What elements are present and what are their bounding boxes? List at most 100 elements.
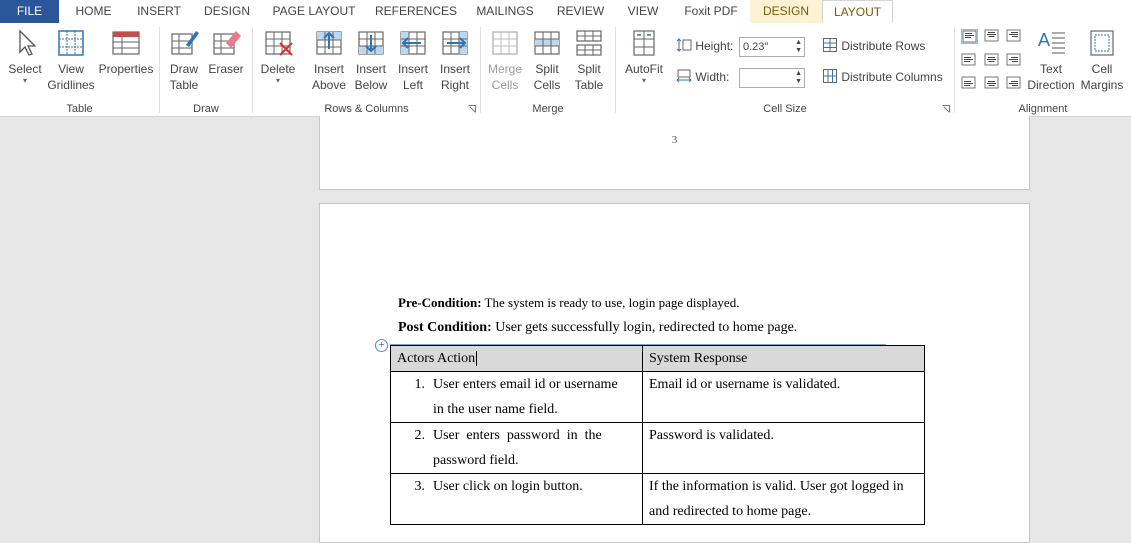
tab-foxit-pdf[interactable]: Foxit PDF: [676, 0, 746, 23]
response-cell[interactable]: If the information is valid. User got lo…: [642, 473, 925, 525]
eraser-button[interactable]: Eraser: [205, 27, 247, 77]
list-number: 1.: [414, 377, 426, 392]
response-cell[interactable]: Email id or username is validated.: [642, 371, 925, 423]
align-bottom-right-button[interactable]: [1006, 76, 1023, 91]
merge-cells-icon: [492, 31, 518, 55]
insert-above-icon: [316, 31, 342, 55]
action-line: in the user name field.: [433, 402, 558, 417]
spinner-icon[interactable]: ▲ ▼: [795, 70, 802, 86]
group-rows-columns: Delete ▾ Insert Above Insert Below Inser…: [253, 23, 480, 116]
insert-right-label-2: Right: [440, 78, 469, 92]
table-row: 2. User enters password in the password fi…: [390, 422, 925, 474]
group-label-merge: Merge: [532, 103, 564, 115]
select-button[interactable]: Select ▾: [4, 27, 46, 85]
tab-home[interactable]: HOME: [66, 0, 121, 23]
response-cell[interactable]: Password is validated.: [642, 422, 925, 474]
pencil-table-icon: [171, 31, 199, 55]
insert-above-label-1: Insert: [313, 62, 344, 76]
action-cell[interactable]: 1. User enters email id or username in the…: [390, 371, 643, 423]
split-table-button[interactable]: Split Table: [568, 27, 610, 93]
insert-left-button[interactable]: Insert Left: [392, 27, 434, 93]
delete-button[interactable]: Delete ▾: [256, 27, 300, 85]
row-height-icon: [676, 38, 692, 52]
insert-right-label-1: Insert: [439, 62, 470, 76]
header-cell-system-response[interactable]: System Response: [642, 345, 925, 372]
distribute-columns-button[interactable]: Distribute Columns: [822, 67, 943, 87]
spinner-icon[interactable]: ▲ ▼: [795, 39, 802, 55]
merge-cells-label-1: Merge: [487, 62, 522, 76]
group-draw: Draw Table Eraser Draw: [160, 23, 252, 116]
cell-margins-icon: [1090, 30, 1114, 56]
table-row: 3. User click on login button. If the inf…: [390, 473, 925, 525]
insert-right-icon: [442, 31, 468, 55]
header-cell-actors-action[interactable]: Actors Action: [390, 345, 643, 372]
insert-above-button[interactable]: Insert Above: [307, 27, 351, 93]
group-label-draw: Draw: [193, 103, 219, 115]
post-condition-paragraph[interactable]: Post Condition: User gets successfully l…: [398, 320, 797, 336]
autofit-label: AutoFit: [624, 62, 663, 76]
tab-page-layout[interactable]: PAGE LAYOUT: [266, 0, 362, 23]
pre-condition-label: Pre-Condition:: [398, 295, 482, 310]
align-center-right-button[interactable]: [1006, 53, 1023, 68]
text-direction-icon: A: [1038, 30, 1065, 54]
action-line: User enters password in the: [433, 428, 602, 443]
view-gridlines-button[interactable]: View Gridlines: [46, 27, 96, 93]
split-table-label-1: Split: [577, 62, 601, 76]
align-top-right-button[interactable]: [1006, 29, 1023, 44]
tab-design[interactable]: DESIGN: [197, 0, 257, 23]
align-center-left-button[interactable]: [961, 53, 978, 68]
action-cell[interactable]: 2. User enters password in the password fi…: [390, 422, 643, 474]
tab-view[interactable]: VIEW: [620, 0, 666, 23]
distribute-columns-icon: [823, 69, 837, 83]
previous-page: 3: [319, 116, 1030, 190]
tab-mailings[interactable]: MAILINGS: [469, 0, 541, 23]
ribbon: Select ▾ View Gridlines Properties Table…: [0, 23, 1131, 117]
column-width-icon: [676, 69, 692, 83]
delete-table-icon: [265, 31, 293, 56]
distribute-rows-button[interactable]: Distribute Rows: [822, 36, 925, 56]
split-cells-button[interactable]: Split Cells: [526, 27, 568, 93]
split-table-icon: [576, 30, 602, 56]
dialog-launcher-icon[interactable]: [468, 105, 476, 113]
cell-margins-button[interactable]: Cell Margins: [1077, 27, 1127, 93]
pre-condition-paragraph[interactable]: Pre-Condition: The system is ready to us…: [398, 295, 739, 311]
tab-review[interactable]: REVIEW: [549, 0, 612, 23]
align-bottom-left-button[interactable]: [961, 76, 978, 91]
table-header-row: Actors Action System Response: [390, 345, 925, 372]
insert-left-icon: [400, 31, 426, 55]
group-table: Select ▾ View Gridlines Properties Table: [0, 23, 159, 116]
tab-insert[interactable]: INSERT: [129, 0, 189, 23]
action-line: User click on login button.: [433, 479, 583, 494]
draw-table-button[interactable]: Draw Table: [163, 27, 205, 93]
merge-cells-button[interactable]: Merge Cells: [484, 27, 526, 93]
tab-file[interactable]: FILE: [0, 0, 59, 23]
group-cell-size: AutoFit ▾ Height: 0.23" ▲ ▼ Width: ▲ ▼ Dis…: [616, 23, 954, 116]
insert-right-button[interactable]: Insert Right: [434, 27, 476, 93]
text-direction-button[interactable]: A Text Direction: [1026, 27, 1076, 93]
height-input[interactable]: 0.23" ▲ ▼: [739, 37, 805, 57]
post-condition-label: Post Condition:: [398, 320, 492, 335]
table-move-handle-icon[interactable]: +: [375, 339, 388, 352]
tab-table-design[interactable]: DESIGN: [751, 0, 821, 23]
properties-button[interactable]: Properties: [96, 27, 156, 77]
action-cell[interactable]: 3. User click on login button.: [390, 473, 643, 525]
tab-references[interactable]: REFERENCES: [372, 0, 460, 23]
autofit-button[interactable]: AutoFit ▾: [619, 27, 669, 85]
requirements-table[interactable]: Actors Action System Response 1. User ent…: [390, 345, 925, 525]
align-top-left-button[interactable]: [961, 29, 978, 44]
group-merge: Merge Cells Split Cells Split Table Merg…: [481, 23, 615, 116]
split-table-label-2: Table: [574, 78, 604, 92]
delete-label: Delete: [260, 62, 296, 76]
tab-table-layout[interactable]: LAYOUT: [822, 0, 893, 23]
width-input[interactable]: ▲ ▼: [739, 68, 805, 88]
align-bottom-center-button[interactable]: [984, 76, 1001, 91]
group-label-rows-columns: Rows & Columns: [324, 103, 409, 115]
align-bottom-left-icon: [961, 76, 976, 89]
align-top-center-button[interactable]: [984, 29, 1001, 44]
dialog-launcher-icon[interactable]: [942, 105, 950, 113]
insert-below-button[interactable]: Insert Below: [349, 27, 393, 93]
align-center-button[interactable]: [984, 53, 1001, 68]
align-bottom-center-icon: [984, 76, 999, 89]
split-cells-label-1: Split: [535, 62, 559, 76]
align-center-icon: [984, 53, 999, 66]
